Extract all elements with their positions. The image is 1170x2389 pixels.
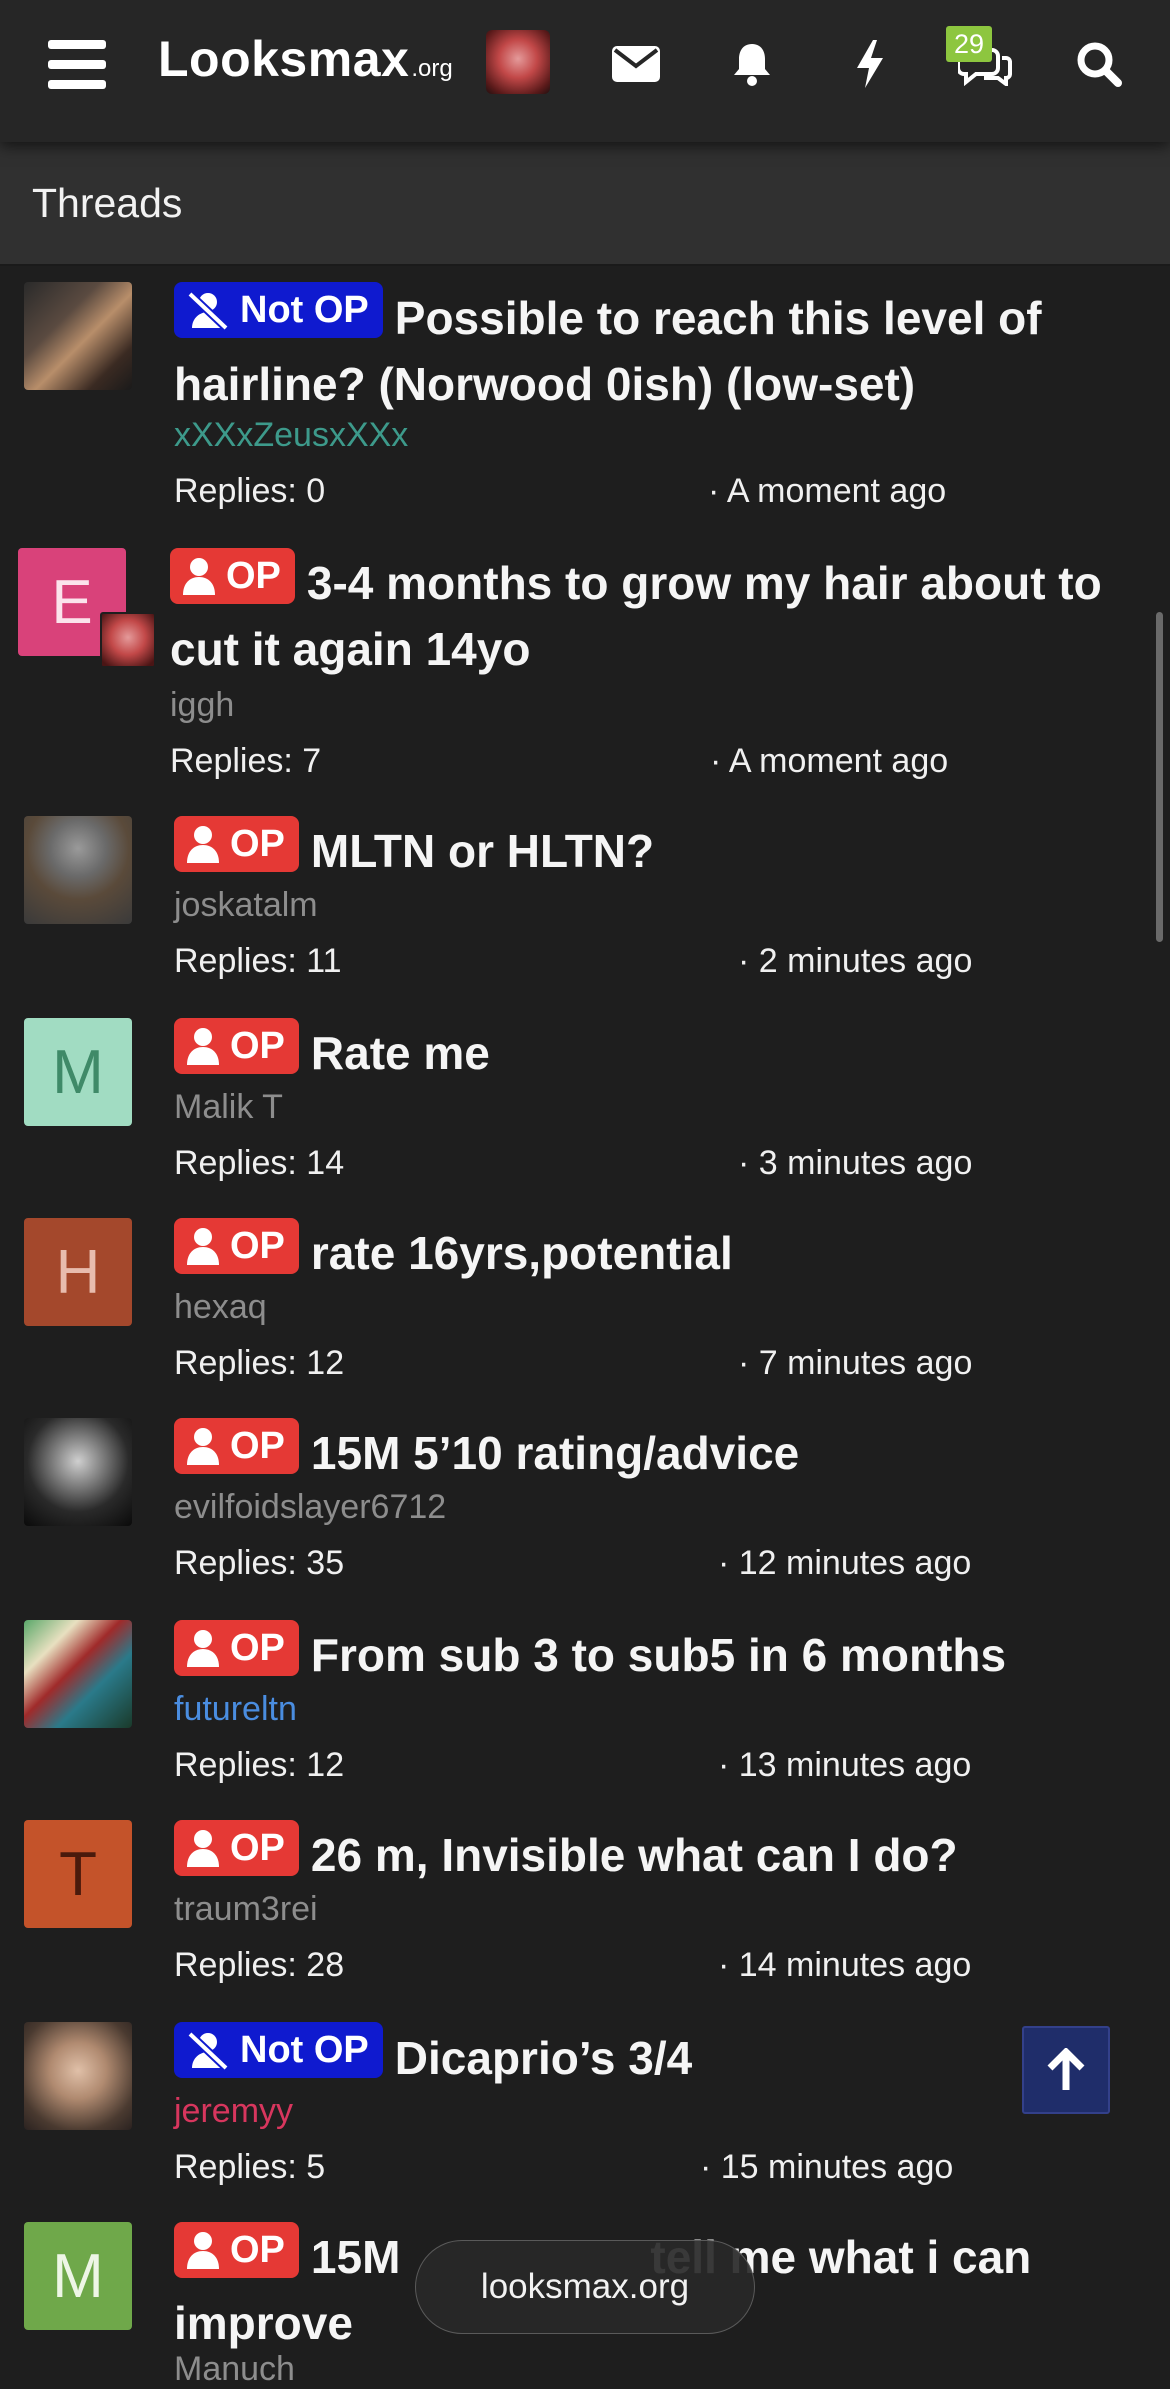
thread-timestamp[interactable]: · 7 minutes ago (738, 1344, 972, 1383)
reply-count: Replies: 7 (170, 742, 322, 780)
thread-title[interactable]: OP 26 m, Invisible what can I do? (174, 1820, 1140, 1888)
alerts-count-badge[interactable]: 29 (946, 26, 992, 62)
thread-title[interactable]: OP rate 16yrs,potential (174, 1218, 1140, 1286)
thread-title-text: MLTN or HLTN? (310, 825, 655, 877)
not-op-label: Not OP (174, 2022, 383, 2078)
thread-author[interactable]: traum3rei (174, 1890, 318, 1929)
lightning-icon[interactable] (840, 0, 900, 128)
op-label: OP (170, 548, 295, 604)
op-label: OP (174, 1820, 299, 1876)
thread-title-text: From sub 3 to sub5 in 6 months (310, 1629, 1007, 1681)
thread-author[interactable]: evilfoidslayer6712 (174, 1488, 446, 1527)
reply-count: Replies: 28 (174, 1946, 345, 1984)
browser-url-pill[interactable]: looksmax.org (415, 2240, 755, 2334)
reply-count: Replies: 0 (174, 472, 326, 510)
thread-author[interactable]: Malik T (174, 1088, 283, 1127)
thread-timestamp[interactable]: · 13 minutes ago (718, 1746, 971, 1785)
thread-timestamp[interactable]: · 2 minutes ago (738, 942, 972, 981)
reply-count: Replies: 5 (174, 2148, 326, 2186)
avatar[interactable] (24, 282, 132, 390)
thread-title[interactable]: Not OP Dicaprio’s 3/4 (174, 2022, 1140, 2091)
avatar[interactable]: T (24, 1820, 132, 1928)
thread-author[interactable]: iggh (170, 686, 234, 725)
op-label: OP (174, 816, 299, 872)
thread-title-text: Rate me (310, 1027, 490, 1079)
reply-count: Replies: 11 (174, 942, 342, 980)
section-title: Threads (32, 180, 183, 226)
hamburger-menu-icon[interactable] (44, 0, 110, 128)
thread-timestamp[interactable]: · 3 minutes ago (738, 1144, 972, 1183)
avatar[interactable] (24, 2022, 132, 2130)
avatar[interactable] (24, 816, 132, 924)
url-text: looksmax.org (480, 2267, 690, 2306)
scrollbar-thumb[interactable] (1156, 612, 1163, 942)
not-op-label: Not OP (174, 282, 383, 338)
thread-author[interactable]: Manuch (174, 2350, 295, 2389)
site-logo[interactable]: Looksmax .org (158, 30, 453, 100)
avatar[interactable]: M (24, 2222, 132, 2330)
thread-title-text: 15M 5’10 rating/advice (310, 1427, 800, 1479)
threads-section-header: Threads (0, 142, 1170, 266)
current-user-avatar[interactable] (486, 30, 550, 94)
thread-title-text: 3-4 months to grow my hair about to cut … (170, 557, 1102, 675)
thread-timestamp[interactable]: · 12 minutes ago (718, 1544, 971, 1583)
reply-count: Replies: 12 (174, 1746, 345, 1784)
thread-title-text: Dicaprio’s 3/4 (394, 2032, 693, 2084)
thread-title-text: 26 m, Invisible what can I do? (310, 1829, 958, 1881)
thread-title-start: 15M (310, 2231, 401, 2283)
last-poster-avatar[interactable] (100, 612, 156, 668)
avatar[interactable] (24, 1418, 132, 1526)
logo-main-text: Looksmax (158, 31, 410, 87)
thread-timestamp[interactable]: · A moment ago (710, 742, 948, 781)
thread-title-line2: improve (174, 2297, 353, 2349)
top-navigation-bar: Looksmax .org 29 (0, 0, 1170, 142)
bell-icon[interactable] (722, 0, 782, 128)
thread-timestamp[interactable]: · 14 minutes ago (718, 1946, 971, 1985)
thread-title[interactable]: OP Rate me (174, 1018, 1140, 1086)
thread-title[interactable]: OP MLTN or HLTN? (174, 816, 1140, 884)
reply-count: Replies: 35 (174, 1544, 345, 1582)
back-to-top-button[interactable] (1022, 2026, 1110, 2114)
thread-author[interactable]: hexaq (174, 1288, 267, 1327)
thread-author[interactable]: joskatalm (174, 886, 318, 925)
envelope-icon[interactable] (606, 0, 666, 128)
reply-count: Replies: 14 (174, 1144, 345, 1182)
thread-author[interactable]: xXXxZeusxXXx (174, 416, 408, 455)
chat-bubbles-icon[interactable] (950, 0, 1020, 128)
op-label: OP (174, 1418, 299, 1474)
op-label: OP (174, 1218, 299, 1274)
avatar[interactable]: H (24, 1218, 132, 1326)
thread-author[interactable]: jeremyy (174, 2092, 293, 2131)
op-label: OP (174, 1018, 299, 1074)
logo-org-text: .org (411, 55, 453, 82)
op-label: OP (174, 2222, 299, 2278)
search-icon[interactable] (1068, 0, 1130, 128)
thread-timestamp[interactable]: · A moment ago (708, 472, 946, 511)
thread-title[interactable]: OP 3-4 months to grow my hair about to cu… (170, 548, 1140, 682)
avatar[interactable] (24, 1620, 132, 1728)
thread-title[interactable]: OP 15M 5’10 rating/advice (174, 1418, 1140, 1486)
thread-title-text: rate 16yrs,potential (310, 1227, 733, 1279)
thread-title[interactable]: Not OP Possible to reach this level of ha… (174, 282, 1140, 417)
avatar[interactable]: M (24, 1018, 132, 1126)
thread-timestamp[interactable]: · 15 minutes ago (700, 2148, 953, 2187)
op-label: OP (174, 1620, 299, 1676)
thread-title[interactable]: OP From sub 3 to sub5 in 6 months (174, 1620, 1140, 1688)
thread-author[interactable]: futureltn (174, 1690, 297, 1729)
reply-count: Replies: 12 (174, 1344, 345, 1382)
arrow-up-icon (1047, 2048, 1085, 2090)
